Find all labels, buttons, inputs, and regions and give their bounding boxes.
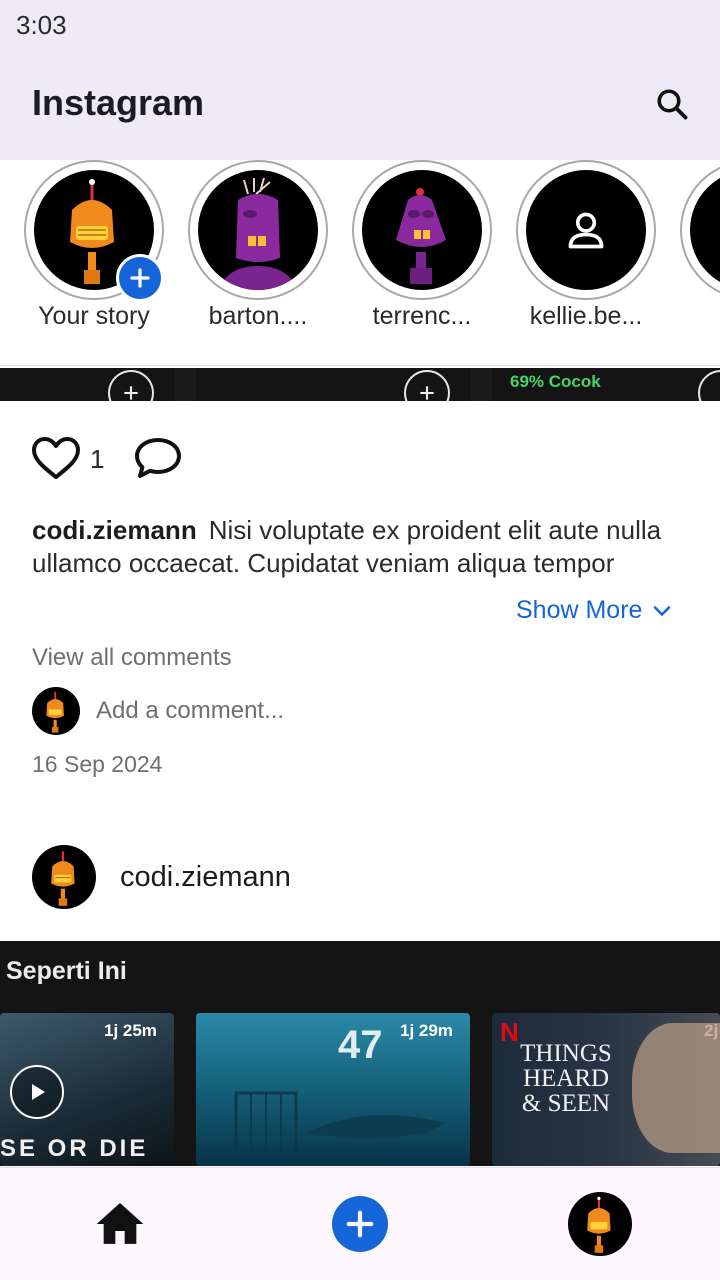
person-placeholder-icon [568,212,604,249]
nav-add-button[interactable] [332,1196,388,1252]
story-label: kellie.be... [529,302,643,330]
avatar[interactable] [32,845,96,909]
shark-cage-graphic [234,1091,446,1155]
thumb-caption: SE OR DIE [0,1135,149,1162]
profile-avatar-icon [587,1196,611,1253]
plus-icon [130,268,150,288]
post-date: 16 Sep 2024 [32,751,163,777]
heart-icon [32,437,80,479]
story-label: barton.... [208,302,308,330]
story-label: terrenc... [372,302,472,330]
view-all-comments-link[interactable]: View all comments [32,644,232,672]
story-item[interactable] [680,160,720,360]
avatar [32,687,80,735]
movie-thumbnail: 1j 25m SE OR DIE [0,1013,174,1166]
thumb-duration: 1j 29m [400,1021,453,1040]
story-avatar [690,170,720,290]
story-avatar [526,170,646,290]
face-graphic [632,1023,720,1153]
home-icon [96,1203,144,1244]
story-item[interactable]: kellie.be... [516,160,656,360]
show-more-label: Show More [516,596,643,624]
story-your-story[interactable]: Your story [24,160,164,360]
thumb-caption: 47 [338,1023,383,1067]
story-item[interactable]: barton.... [188,160,328,360]
story-ring [188,160,328,300]
orange-robot-avatar-icon [51,851,75,906]
purple-robot-avatar-icon [218,177,298,290]
search-icon [657,89,688,120]
status-bar: 3:03 [0,0,720,52]
chevron-down-icon [654,605,671,616]
post-actions: 1 [0,430,720,490]
orange-robot-avatar-icon [46,691,64,733]
app-title: Instagram [32,82,205,123]
story-avatar [198,170,318,290]
nav-profile-button[interactable] [568,1192,632,1256]
nav-home-button[interactable] [90,1194,150,1254]
story-ring [352,160,492,300]
add-story-button[interactable] [116,254,164,302]
story-item[interactable]: terrenc... [352,160,492,360]
post-image[interactable]: Seperti Ini 1j 25m SE OR DIE 47 1j 29m N… [0,941,720,1166]
netflix-logo-icon: N [500,1017,519,1047]
comment-input[interactable]: Add a comment... [96,697,284,725]
bottom-nav [0,1167,720,1280]
match-score: 69% Cocok [510,372,601,391]
story-ring [516,160,656,300]
movie-thumbnail: 47 1j 29m [196,1013,470,1166]
media-section-title: Seperti Ini [6,957,127,985]
like-button[interactable] [30,434,82,482]
add-comment-row[interactable]: Add a comment... [32,687,692,735]
movie-thumbnail: N 2j THINGS HEARD & SEEN [492,1013,720,1166]
like-count: 1 [90,444,105,474]
thumb-caption: THINGS HEARD & SEEN [520,1040,612,1117]
caption-username[interactable]: codi.ziemann [32,515,197,545]
stories-row: Your story barton.... terrenc... kellie.… [0,160,720,366]
post-header: codi.ziemann [0,845,720,909]
add-icon [346,1210,374,1238]
purple-robot-avatar-icon [396,188,446,284]
show-more-button[interactable]: Show More [516,596,674,625]
thumb-duration: 1j 25m [104,1021,157,1040]
story-ring [680,160,720,300]
story-label: Your story [38,302,150,330]
comment-icon [135,438,181,478]
app-bar: Instagram [0,52,720,160]
post-image[interactable]: 69% Cocok [0,368,720,401]
play-icon [10,1065,64,1119]
comment-button[interactable] [132,434,184,482]
post-caption: codi.ziemann Nisi voluptate ex proident e… [32,514,692,580]
status-time: 3:03 [16,10,67,40]
post-username[interactable]: codi.ziemann [120,861,291,894]
story-avatar [362,170,482,290]
search-button[interactable] [648,80,696,128]
